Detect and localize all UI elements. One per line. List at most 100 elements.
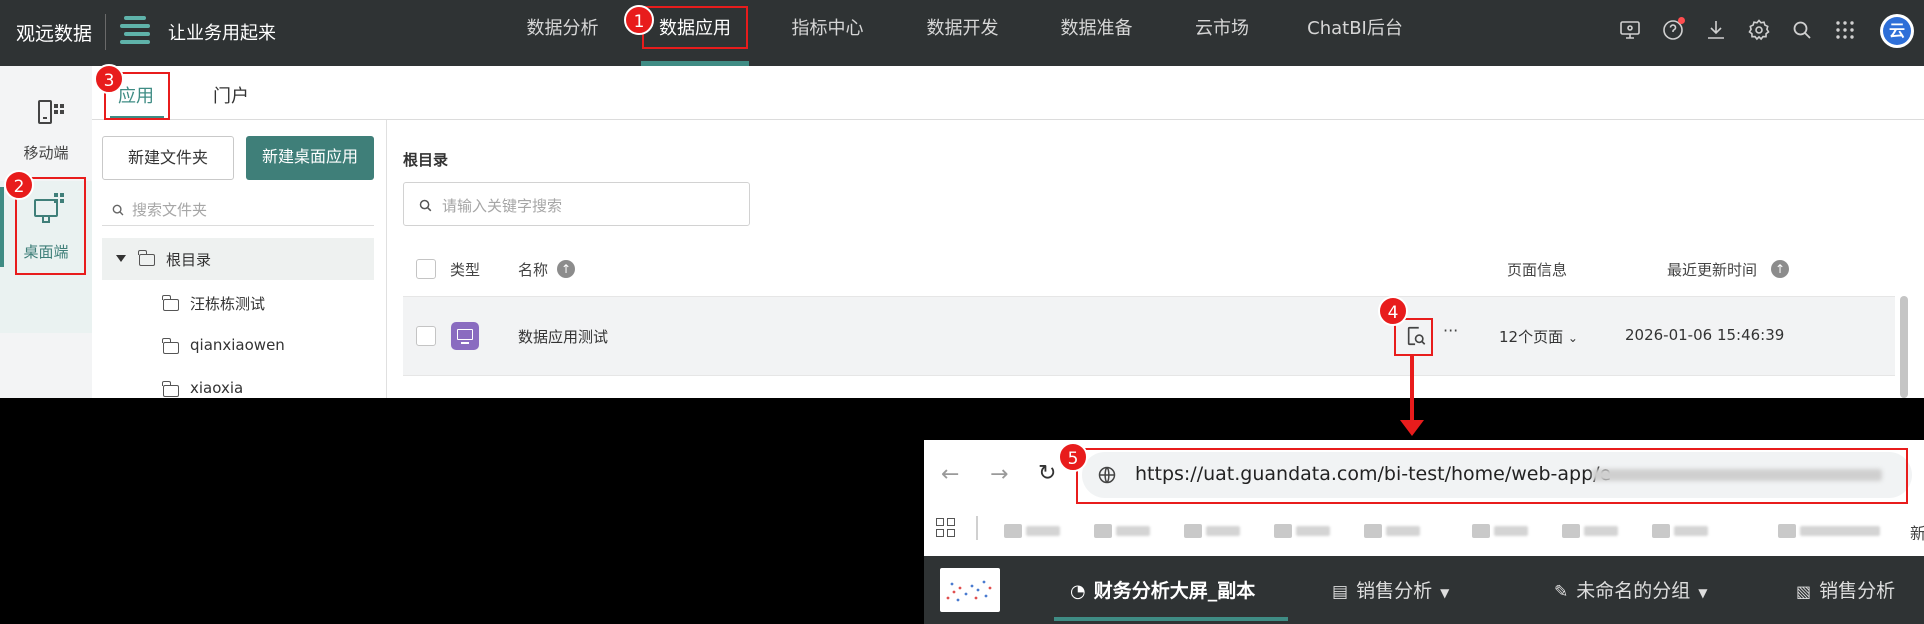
page-info-dropdown[interactable]: 12个页面 ⌄ [1499, 326, 1578, 347]
brand-divider [105, 14, 106, 50]
tab-sales-analysis[interactable]: ▤ 销售分析 ▼ [1332, 576, 1449, 603]
scrollbar[interactable] [1900, 296, 1908, 398]
tab-sales-analysis-2[interactable]: ▧ 销售分析 [1796, 576, 1895, 603]
app-thumbnail [940, 568, 1000, 612]
folder-icon [162, 295, 179, 311]
column-updated[interactable]: 最近更新时间 [1667, 259, 1757, 280]
tab-label: 财务分析大屏_副本 [1093, 580, 1256, 602]
search-icon [419, 199, 432, 212]
annotation-box-5 [1076, 448, 1908, 504]
row-checkbox[interactable] [416, 326, 436, 346]
top-navigation: 观远数据 让业务用起来 数据分析 数据应用 指标中心 数据开发 数据准备 云市场… [0, 0, 1924, 66]
folder-search-placeholder: 搜索文件夹 [132, 201, 208, 219]
sidebar-item-mobile[interactable]: 移动端 [0, 66, 92, 162]
apps-grid-icon[interactable] [936, 518, 956, 538]
tab-divider [92, 119, 1924, 120]
nav-metrics-center[interactable]: 指标中心 [780, 0, 875, 66]
nav-data-analysis[interactable]: 数据分析 [515, 0, 610, 66]
folder-search[interactable]: 搜索文件夹 [102, 194, 374, 226]
step-badge-4: 4 [1378, 296, 1408, 326]
bookmarks-divider [976, 516, 978, 540]
reload-icon[interactable]: ↻ [1038, 461, 1056, 486]
panel-divider [386, 120, 387, 398]
annotation-arrow-shaft [1410, 356, 1414, 426]
nav-data-prep[interactable]: 数据准备 [1049, 0, 1144, 66]
back-icon[interactable]: ← [941, 462, 959, 487]
gear-icon[interactable] [1747, 18, 1771, 42]
apps-grid-icon[interactable] [1833, 18, 1857, 42]
chevron-down-icon: ⌄ [1567, 331, 1578, 345]
avatar-char: 云 [1883, 17, 1911, 45]
folder-icon [162, 338, 179, 354]
monitor-settings-icon[interactable] [1618, 18, 1642, 42]
tree-root-label: 根目录 [166, 251, 212, 269]
annotation-box-1 [642, 6, 748, 49]
tree-item-label: qianxiaowen [190, 336, 285, 354]
tab-finance-dashboard[interactable]: ◔ 财务分析大屏_副本 [1070, 576, 1255, 603]
tree-item[interactable]: xiaoxia [102, 372, 374, 398]
tree-item[interactable]: qianxiaowen [102, 329, 374, 365]
step-badge-3: 3 [94, 64, 124, 94]
updated-time: 2026-01-06 15:46:39 [1625, 326, 1785, 344]
document-icon: ▤ [1332, 582, 1349, 602]
forward-icon[interactable]: → [990, 462, 1008, 487]
step-badge-2: 2 [4, 170, 34, 200]
app-grid-mini-icon [54, 104, 64, 114]
sidebar-item-label: 移动端 [23, 144, 69, 162]
new-folder-button[interactable]: 新建文件夹 [102, 136, 234, 180]
tab-portal[interactable]: 门户 [213, 82, 249, 108]
step-badge-5: 5 [1058, 442, 1088, 472]
folder-icon [162, 381, 179, 397]
tab-label: 未命名的分组 [1576, 580, 1691, 602]
app-name[interactable]: 数据应用测试 [518, 326, 608, 347]
download-icon[interactable] [1704, 18, 1728, 42]
caret-down-icon: ▼ [1440, 586, 1450, 600]
active-nav-underline [641, 61, 749, 66]
column-pages: 页面信息 [1507, 261, 1568, 279]
edit-icon: ✎ [1554, 582, 1569, 602]
logo-icon [120, 14, 152, 50]
search-icon [112, 204, 124, 216]
breadcrumb: 根目录 [403, 151, 449, 169]
tree-item[interactable]: 汪栋栋测试 [102, 286, 374, 322]
column-name[interactable]: 名称 [518, 259, 548, 280]
keyword-search-placeholder: 请输入关键字搜索 [442, 197, 563, 215]
notification-dot [1678, 17, 1685, 24]
caret-down-icon [116, 255, 126, 262]
tab-unnamed-group[interactable]: ✎ 未命名的分组 ▼ [1554, 576, 1708, 603]
image-icon: ▧ [1796, 582, 1812, 601]
page-count: 12个页面 [1499, 328, 1564, 346]
nav-cloud-market[interactable]: 云市场 [1182, 0, 1262, 66]
tree-item-label: 汪栋栋测试 [190, 295, 266, 313]
annotation-arrow-head [1400, 420, 1424, 436]
mobile-app-icon [38, 100, 52, 124]
nav-chatbi-admin[interactable]: ChatBI后台 [1300, 0, 1410, 66]
column-type: 类型 [450, 261, 481, 279]
more-actions-icon[interactable]: ··· [1443, 321, 1458, 340]
desktop-app-type-icon [451, 322, 479, 350]
user-avatar-icon[interactable]: 云 [1880, 14, 1914, 48]
caret-down-icon: ▼ [1698, 586, 1708, 600]
bookmark-overflow: 新 [1910, 524, 1924, 543]
keyword-search[interactable]: 请输入关键字搜索 [403, 182, 750, 226]
nav-data-dev[interactable]: 数据开发 [915, 0, 1010, 66]
search-icon[interactable] [1790, 18, 1814, 42]
table-row[interactable]: 数据应用测试 ··· 12个页面 ⌄ 2026-01-06 15:46:39 [403, 296, 1895, 376]
pie-chart-icon: ◔ [1070, 581, 1086, 602]
folder-open-icon [138, 250, 155, 266]
sort-icon[interactable]: ↑ [1771, 260, 1789, 278]
thumbnail-scatter-image [946, 580, 992, 602]
select-all-checkbox[interactable] [416, 259, 436, 279]
help-icon[interactable] [1661, 17, 1685, 42]
step-badge-1: 1 [624, 5, 654, 35]
app-window: 观远数据 让业务用起来 数据分析 数据应用 指标中心 数据开发 数据准备 云市场… [0, 0, 1924, 398]
new-desktop-app-button[interactable]: 新建桌面应用 [246, 136, 374, 180]
tab-label: 销售分析 [1356, 580, 1433, 602]
tree-item-label: xiaoxia [190, 379, 244, 397]
brand-name: 观远数据 [16, 23, 93, 45]
tree-root[interactable]: 根目录 [102, 238, 374, 280]
tab-label: 销售分析 [1819, 580, 1896, 602]
slogan: 让业务用起来 [168, 23, 276, 44]
active-tab-underline [1054, 617, 1288, 621]
sort-icon[interactable]: ↑ [557, 260, 575, 278]
